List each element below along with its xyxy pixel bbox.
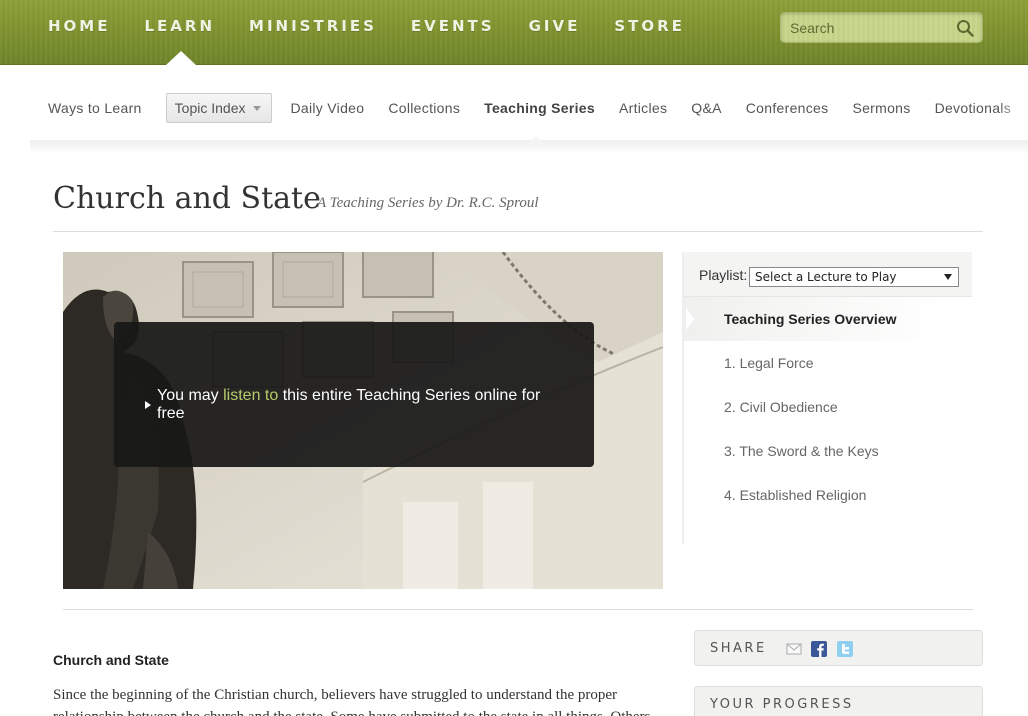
playlist-panel: Playlist: Select a Lecture to Play Teach… [682,252,974,544]
subnav-conferences[interactable]: Conferences [746,100,829,116]
progress-label: YOUR PROGRESS [710,697,854,712]
nav-ministries[interactable]: MINISTRIES [249,17,377,35]
nav-events[interactable]: EVENTS [411,17,495,35]
listen-message: You may listen to this entire Teaching S… [157,387,567,423]
page-subtitle: A Teaching Series by Dr. R.C. Sproul [317,195,539,211]
search-box [780,12,983,43]
nav-home[interactable]: HOME [48,17,110,35]
content-divider [63,609,973,610]
chevron-down-icon [253,105,262,111]
subnav-daily-video[interactable]: Daily Video [290,100,364,116]
title-divider [53,231,983,232]
subnav-qa[interactable]: Q&A [691,100,721,116]
nav-store[interactable]: STORE [614,17,685,35]
search-icon[interactable] [956,19,974,37]
lecture-select[interactable]: Select a Lecture to Play [749,267,959,287]
progress-box: YOUR PROGRESS [694,686,983,716]
subnav-teaching-series[interactable]: Teaching Series [484,100,595,116]
topic-index-dropdown[interactable]: Topic Index [165,93,273,123]
main-nav: HOME LEARN MINISTRIES EVENTS GIVE STORE [48,17,719,35]
subnav-fade [998,90,1028,126]
topic-index-label: Topic Index [174,100,246,116]
subnav-ways-to-learn[interactable]: Ways to Learn [48,100,142,116]
description-title: Church and State [53,652,169,668]
active-subnav-indicator [526,136,546,146]
playlist-item-2[interactable]: 2. Civil Obedience [724,399,838,415]
description-text: Since the beginning of the Christian chu… [53,687,650,716]
playlist-item-overview[interactable]: Teaching Series Overview [724,311,897,327]
sub-navigation: Ways to Learn Topic Index Daily Video Co… [48,92,1028,124]
playlist-header: Playlist: Select a Lecture to Play [684,252,972,297]
subnav-articles[interactable]: Articles [619,100,667,116]
chevron-down-icon [944,274,952,280]
share-box: SHARE [694,630,983,666]
subnav-sermons[interactable]: Sermons [852,100,910,116]
lecture-select-value: Select a Lecture to Play [755,270,897,284]
search-input[interactable] [781,13,956,42]
playlist-item-4[interactable]: 4. Established Religion [724,487,866,503]
playlist-item-3[interactable]: 3. The Sword & the Keys [724,443,879,459]
active-nav-indicator [166,51,196,65]
email-icon[interactable] [786,641,802,657]
playlist-label: Playlist: [699,267,748,283]
nav-learn[interactable]: LEARN [144,17,215,35]
top-navigation-bar: HOME LEARN MINISTRIES EVENTS GIVE STORE [0,0,1028,65]
playlist-item-1[interactable]: 1. Legal Force [724,355,814,371]
facebook-icon[interactable] [811,641,827,657]
nav-give[interactable]: GIVE [529,17,581,35]
subnav-collections[interactable]: Collections [388,100,460,116]
play-icon[interactable] [145,401,151,409]
twitter-icon[interactable] [837,641,853,657]
page-title: Church and State [53,181,321,216]
share-label: SHARE [710,641,767,656]
listen-overlay: You may listen to this entire Teaching S… [114,322,594,467]
playlist-active-pointer [686,308,694,330]
listen-link[interactable]: listen to [223,387,278,404]
listen-message-start: You may [157,387,224,404]
